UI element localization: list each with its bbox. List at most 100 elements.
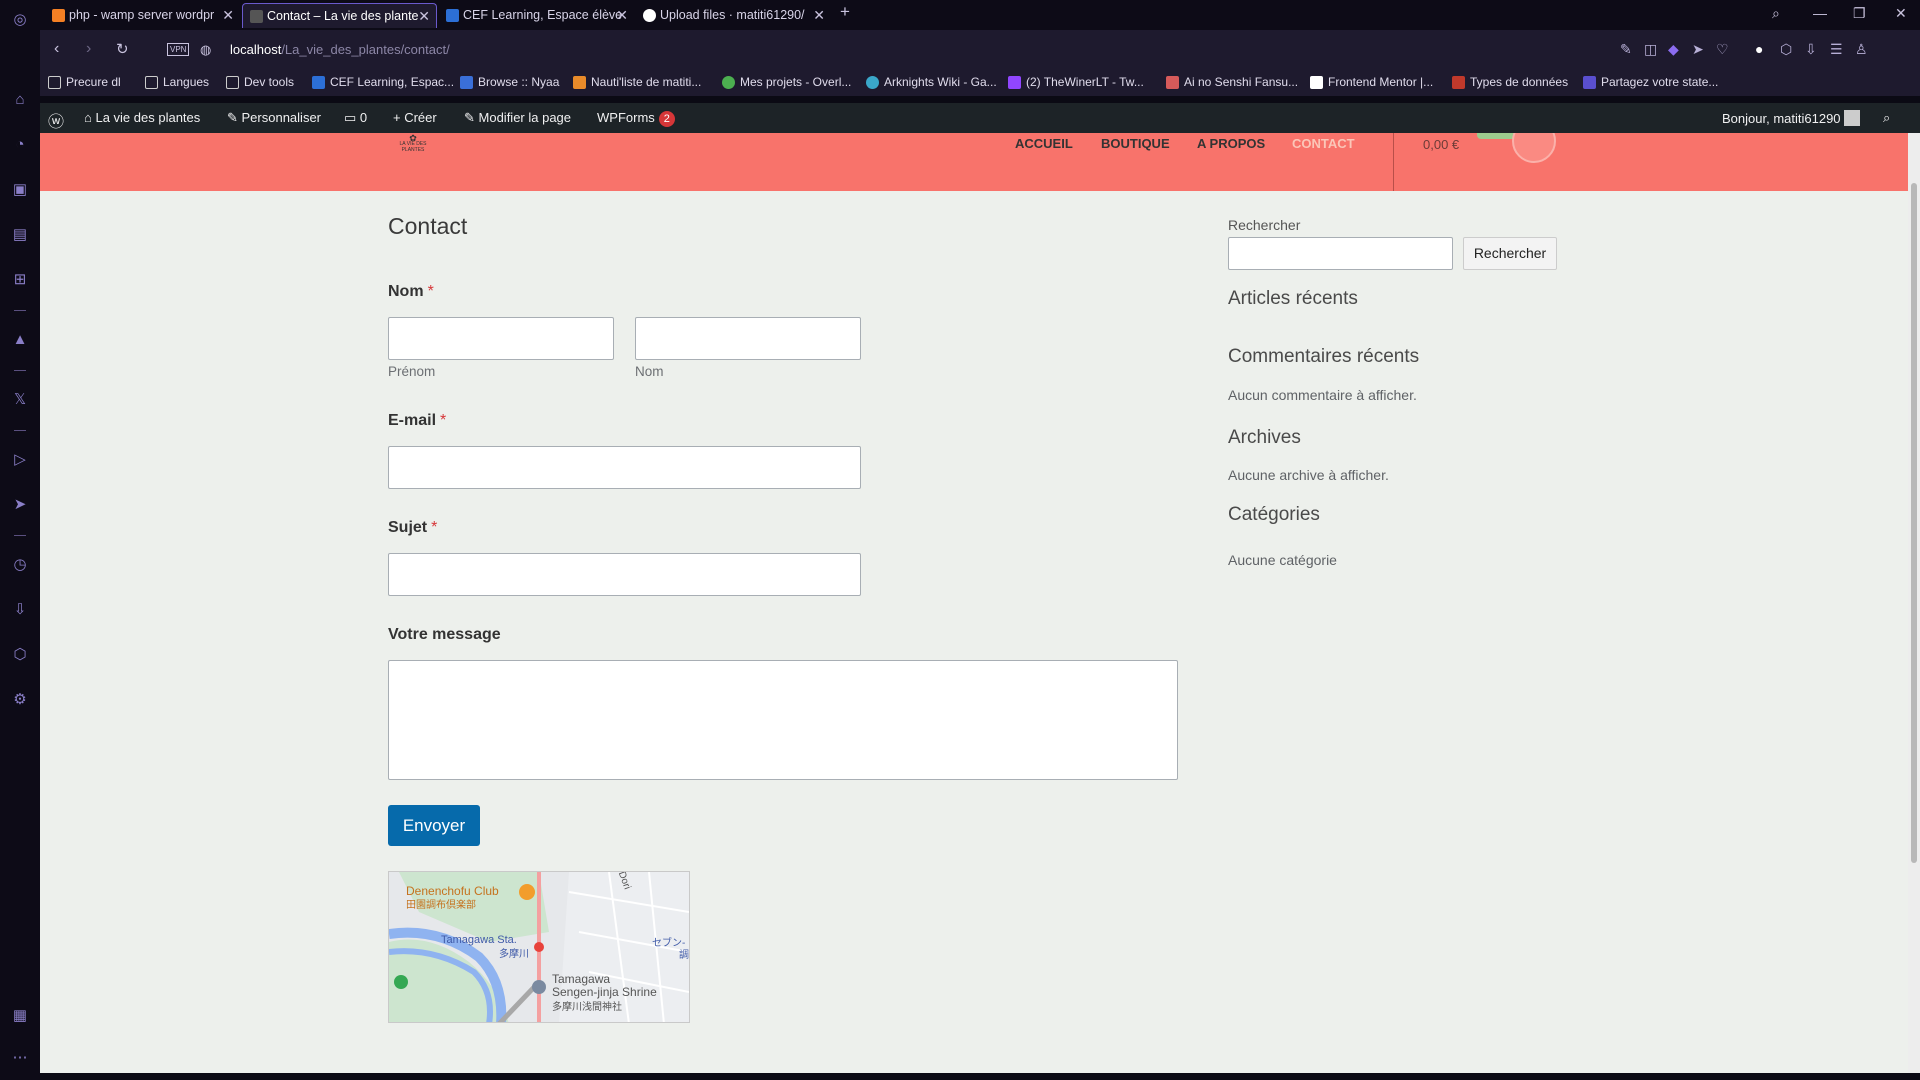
box-icon[interactable]: ⬡ [10,645,30,665]
vpn-badge[interactable]: VPN [167,43,190,56]
subject-field[interactable] [388,553,861,596]
restore-icon[interactable]: ❐ [1853,5,1866,22]
shield-icon[interactable]: ◆ [1668,41,1679,58]
download-icon[interactable]: ⇩ [10,600,30,620]
message-textarea[interactable] [388,660,1178,780]
bookmark-item[interactable]: CEF Learning, Espac... [312,75,454,89]
search-tabs-icon[interactable]: ⌕ [1772,5,1780,22]
record-icon[interactable]: ● [1755,41,1763,57]
bookmark-label: Dev tools [244,75,295,89]
close-icon[interactable]: ✕ [616,3,628,28]
search-button[interactable]: Rechercher [1463,237,1557,270]
browser-logo-icon[interactable]: ◎ [10,10,30,30]
speed-dial-icon[interactable]: ◔ [10,135,30,155]
bookmark-folder[interactable]: Langues [145,75,209,89]
site-logo[interactable]: ✿ LA VIE DES PLANTES [397,134,429,159]
aria-icon[interactable]: ▲ [10,330,30,350]
email-field[interactable] [388,446,861,489]
player-icon[interactable]: ▷ [10,450,30,470]
wpforms-link[interactable]: WPForms 2 [597,110,675,127]
gallery-icon[interactable]: ▦ [10,1006,30,1026]
github-icon [643,9,656,22]
twitch-icon[interactable]: ▤ [10,225,30,245]
browser-sidebar: ◎ ⌂ ◔ ▣ ▤ ⊞ ▲ 𝕏 ▷ ➤ ◷ ⇩ ⬡ ⚙ ▦ ⋯ [0,0,40,1080]
account-menu[interactable]: Bonjour, matiti61290 [1722,110,1861,126]
folder-icon [145,76,158,89]
cube-icon[interactable]: ⬡ [1780,41,1792,58]
bookmark-item[interactable]: Partagez votre state... [1583,75,1718,89]
name-label-text: Nom [388,283,424,300]
last-name-input[interactable] [635,317,861,360]
cart-total[interactable]: 0,00 € [1423,137,1459,152]
wp-admin-bar: ⓦ ⌂ La vie des plantes ✎ Personnaliser ▭… [40,103,1920,133]
x-twitter-icon[interactable]: 𝕏 [10,390,30,410]
tab-github[interactable]: Upload files · matiti61290/ ✕ [636,3,831,28]
search-icon[interactable]: ⌕ [1883,110,1890,126]
wordpress-icon[interactable]: ⓦ [48,108,64,132]
edit-icon[interactable]: ✎ [1620,41,1632,58]
bookmark-label: CEF Learning, Espac... [330,75,455,89]
cef-icon [312,76,325,89]
menu-item-boutique[interactable]: BOUTIQUE [1101,136,1170,151]
scrollbar-thumb[interactable] [1911,183,1917,863]
menu-icon[interactable]: ☰ [1830,41,1843,58]
profile-icon[interactable]: ♙ [1855,41,1868,58]
globe-icon[interactable]: ◍ [200,42,211,58]
map-embed[interactable]: Denenchofu Club 田園調布倶楽部 Tamagawa Sta. 多摩… [388,871,690,1023]
bookmark-folder[interactable]: Precure dl [48,75,121,89]
new-tab-button[interactable]: + [840,2,850,22]
tab-cef[interactable]: CEF Learning, Espace élève ✕ [439,3,634,28]
categories-heading: Catégories [1228,504,1320,525]
customize-link[interactable]: ✎ Personnaliser [227,110,321,126]
back-icon[interactable]: ‹ [54,40,59,58]
bookmark-item[interactable]: Types de données [1452,75,1568,89]
tab-php-wamp[interactable]: php - wamp server wordpr ✕ [45,3,240,28]
minimize-icon[interactable]: — [1813,5,1827,21]
bookmark-item[interactable]: Nauti'liste de matiti... [573,75,701,89]
close-icon[interactable]: ✕ [222,3,234,28]
heart-icon[interactable]: ♡ [1716,41,1729,58]
more-icon[interactable]: ⋯ [10,1048,30,1068]
bookmark-item[interactable]: (2) TheWinerLT - Tw... [1008,75,1144,89]
bookmark-item[interactable]: Ai no Senshi Fansu... [1166,75,1298,89]
close-icon[interactable]: ✕ [418,4,430,28]
puzzle-icon[interactable]: ⊞ [10,270,30,290]
bookmark-item[interactable]: Browse :: Nyaa [460,75,559,89]
send-icon[interactable]: ➤ [10,495,30,515]
url-field[interactable]: localhost/La_vie_des_plantes/contact/ [230,42,450,57]
first-name-input[interactable] [388,317,614,360]
bag-icon[interactable]: ▣ [10,180,30,200]
menu-item-accueil[interactable]: ACCUEIL [1015,136,1073,151]
submit-button[interactable]: Envoyer [388,805,480,846]
bookmark-folder[interactable]: Dev tools [226,75,294,89]
bookmark-item[interactable]: Mes projets - Overl... [722,75,851,89]
create-link[interactable]: + Créer [393,110,437,125]
edit-page-link[interactable]: ✎ Modifier la page [464,110,571,126]
download-icon[interactable]: ⇩ [1805,41,1817,58]
wiki-icon [866,76,879,89]
send-icon[interactable]: ➤ [1692,41,1704,58]
folder-icon [48,76,61,89]
history-icon[interactable]: ◷ [10,555,30,575]
search-label: Rechercher [1228,217,1301,233]
tab-contact[interactable]: Contact – La vie des plante ✕ [242,3,437,28]
menu-item-a-propos[interactable]: A PROPOS [1197,136,1265,151]
bookmark-item[interactable]: Frontend Mentor |... [1310,75,1433,89]
create-label: Créer [404,110,437,125]
reload-icon[interactable]: ↻ [116,40,129,58]
camera-icon[interactable]: ◫ [1644,41,1657,58]
home-icon: ⌂ [84,110,96,125]
cart-icon[interactable] [1512,133,1556,163]
comments-link[interactable]: ▭ 0 [344,110,367,126]
bookmark-item[interactable]: Arknights Wiki - Ga... [866,75,997,89]
gamepad-icon[interactable]: ⌂ [10,90,30,110]
forward-icon[interactable]: › [86,40,91,58]
settings-icon[interactable]: ⚙ [10,690,30,710]
menu-item-contact[interactable]: CONTACT [1292,136,1355,151]
close-icon[interactable]: ✕ [813,3,825,28]
close-window-icon[interactable]: ✕ [1895,5,1907,22]
map-label: Tamagawa [552,972,611,986]
search-input[interactable] [1228,237,1453,270]
site-name-link[interactable]: ⌂ La vie des plantes [84,110,200,125]
scrollbar[interactable] [1908,133,1920,1073]
